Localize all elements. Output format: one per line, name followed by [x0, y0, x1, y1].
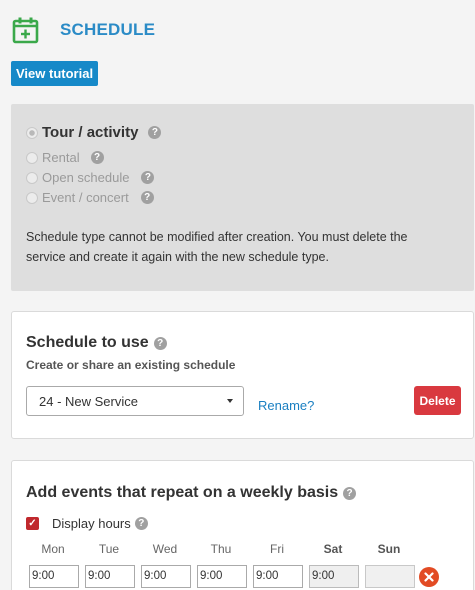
time-input-thu[interactable]: 9:00 [197, 565, 247, 588]
card-title: Schedule to use ? [26, 334, 167, 352]
day-header-wed: Wed [152, 542, 178, 556]
display-hours-checkbox[interactable]: ✓ [26, 517, 39, 530]
time-input-mon[interactable]: 9:00 [29, 565, 79, 588]
radio-label: Rental [42, 150, 80, 165]
radio-label: Event / concert [42, 190, 129, 205]
help-icon[interactable]: ? [141, 171, 155, 184]
time-input-sat[interactable]: 9:00 [309, 565, 359, 588]
schedule-select-value: 24 - New Service [39, 393, 138, 409]
view-tutorial-button[interactable]: View tutorial [11, 61, 99, 86]
help-icon[interactable]: ? [134, 517, 148, 530]
day-header-thu: Thu [210, 542, 232, 556]
radio-label: Tour / activity [42, 124, 139, 141]
display-hours-row[interactable]: ✓ Display hours ? [26, 516, 148, 531]
help-icon[interactable]: ? [343, 486, 357, 500]
help-icon[interactable]: ? [153, 336, 167, 350]
radio-option-event[interactable]: Event / concert ? [26, 190, 154, 205]
radio-option-tour[interactable]: Tour / activity ? [26, 124, 162, 141]
day-header-tue: Tue [98, 542, 120, 556]
day-header-sat: Sat [323, 542, 343, 556]
display-hours-label: Display hours [52, 516, 131, 531]
time-input-tue[interactable]: 9:00 [85, 565, 135, 588]
schedule-type-note: Schedule type cannot be modified after c… [26, 230, 408, 264]
chevron-down-icon [227, 399, 233, 403]
help-icon[interactable]: ? [90, 151, 104, 164]
radio-button[interactable] [26, 171, 38, 184]
radio-button[interactable] [26, 191, 38, 204]
page-header: SCHEDULE [12, 14, 472, 46]
schedule-to-use-title: Schedule to use [26, 334, 149, 351]
card-title: Add events that repeat on a weekly basis… [26, 484, 357, 502]
help-icon[interactable]: ? [140, 191, 154, 204]
schedule-to-use-subtitle: Create or share an existing schedule [26, 358, 236, 372]
radio-label: Open schedule [42, 170, 130, 185]
day-header-mon: Mon [41, 542, 65, 556]
time-input-wed[interactable]: 9:00 [141, 565, 191, 588]
weekly-events-title: Add events that repeat on a weekly basis [26, 484, 339, 501]
time-input-fri[interactable]: 9:00 [253, 565, 303, 588]
help-icon[interactable]: ? [148, 126, 162, 139]
radio-button[interactable] [26, 126, 38, 139]
calendar-add-icon [12, 17, 39, 43]
time-input-sun[interactable] [365, 565, 415, 588]
remove-row-icon[interactable] [419, 567, 439, 587]
close-icon [424, 572, 434, 582]
radio-button[interactable] [26, 151, 38, 164]
schedule-select[interactable]: 24 - New Service [26, 386, 244, 416]
delete-button[interactable]: Delete [414, 386, 461, 415]
schedule-type-panel: Tour / activity ? Rental ? Open schedule… [11, 104, 474, 291]
rename-link[interactable]: Rename? [258, 398, 314, 413]
day-header-sun: Sun [377, 542, 401, 556]
radio-option-open-schedule[interactable]: Open schedule ? [26, 170, 155, 185]
page-title: SCHEDULE [60, 20, 156, 39]
schedule-to-use-card: Schedule to use ? Create or share an exi… [11, 311, 474, 439]
weekly-events-card: Add events that repeat on a weekly basis… [11, 460, 474, 590]
day-header-fri: Fri [270, 542, 284, 556]
radio-option-rental[interactable]: Rental ? [26, 150, 104, 165]
